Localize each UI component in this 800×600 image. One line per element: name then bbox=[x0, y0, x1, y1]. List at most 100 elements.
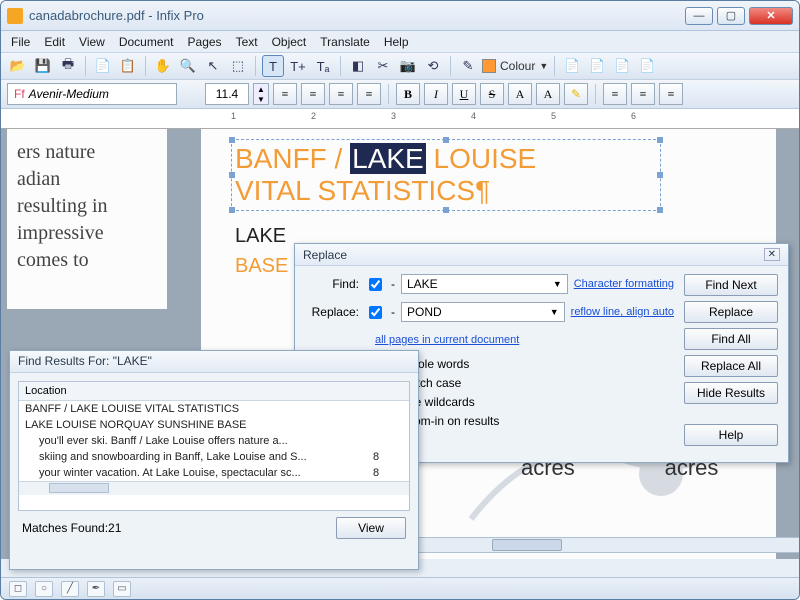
subhead-base: BASE bbox=[235, 255, 288, 278]
align-justify-button[interactable]: ≡ bbox=[357, 83, 381, 105]
find-label: Find: bbox=[305, 277, 359, 291]
result-row[interactable]: BANFF / LAKE LOUISE VITAL STATISTICS bbox=[19, 401, 409, 417]
status-shape-circle[interactable]: ○ bbox=[35, 581, 53, 597]
spacing2-button[interactable]: ≡ bbox=[631, 83, 655, 105]
window-title: canadabrochure.pdf - Infix Pro bbox=[29, 8, 685, 23]
spacing3-button[interactable]: ≡ bbox=[659, 83, 683, 105]
maximize-button[interactable]: ▢ bbox=[717, 7, 745, 25]
camera-icon[interactable]: 📷 bbox=[397, 55, 419, 77]
format-toolbar: FfAvenir-Medium 11.4 ▲▼ ≡ ≡ ≡ ≡ B I U S … bbox=[1, 80, 799, 109]
status-shape-rect[interactable]: ▭ bbox=[113, 581, 131, 597]
find-next-button[interactable]: Find Next bbox=[684, 274, 778, 296]
menu-edit[interactable]: Edit bbox=[44, 35, 65, 49]
copy-icon[interactable]: 📄 bbox=[92, 55, 114, 77]
headline-text[interactable]: BANFF / LAKE LOUISE VITAL STATISTICS¶ bbox=[235, 143, 536, 207]
superscript-button[interactable]: A bbox=[508, 83, 532, 105]
save-icon[interactable]: 💾 bbox=[32, 55, 54, 77]
match-case-checkbox[interactable]: Match case bbox=[375, 373, 674, 392]
open-icon[interactable]: 📂 bbox=[7, 55, 29, 77]
results-col-location: Location bbox=[25, 385, 373, 397]
menu-pages[interactable]: Pages bbox=[188, 35, 222, 49]
paste-icon[interactable]: 📋 bbox=[117, 55, 139, 77]
menu-file[interactable]: File bbox=[11, 35, 30, 49]
find-input[interactable]: LAKE▼ bbox=[401, 274, 568, 294]
strike-button[interactable]: S bbox=[480, 83, 504, 105]
reflow-link[interactable]: reflow line, align auto bbox=[571, 306, 674, 318]
menu-text[interactable]: Text bbox=[236, 35, 258, 49]
pilcrow-icon: ¶ bbox=[475, 175, 490, 206]
text-link-icon[interactable]: Tₐ bbox=[312, 55, 334, 77]
wildcards-checkbox[interactable]: Use wildcards bbox=[375, 392, 674, 411]
zoom-icon[interactable]: 🔍 bbox=[177, 55, 199, 77]
status-pen-icon[interactable]: ✒ bbox=[87, 581, 105, 597]
page-insert-icon[interactable]: 📄 bbox=[586, 55, 608, 77]
scope-link[interactable]: all pages in current document bbox=[375, 334, 519, 346]
main-toolbar: 📂 💾 🖶 📄 📋 ✋ 🔍 ↖ ⬚ T T+ Tₐ ◧ ✂ 📷 ⟲ ✎ Colo… bbox=[1, 53, 799, 80]
status-shape-square[interactable]: ◻ bbox=[9, 581, 27, 597]
subscript-button[interactable]: A bbox=[536, 83, 560, 105]
menu-document[interactable]: Document bbox=[119, 35, 174, 49]
print-icon[interactable]: 🖶 bbox=[57, 55, 79, 77]
result-row[interactable]: skiing and snowboarding in Banff, Lake L… bbox=[19, 449, 409, 465]
underline-button[interactable]: U bbox=[452, 83, 476, 105]
minimize-button[interactable]: — bbox=[685, 7, 713, 25]
page-add-icon[interactable]: 📄 bbox=[561, 55, 583, 77]
pointer-icon[interactable]: ↖ bbox=[202, 55, 224, 77]
char-formatting-link[interactable]: Character formatting bbox=[574, 278, 674, 290]
align-center-button[interactable]: ≡ bbox=[301, 83, 325, 105]
scrollbar-thumb[interactable] bbox=[492, 539, 562, 551]
whole-words-checkbox[interactable]: Whole words bbox=[375, 354, 674, 373]
align-left-button[interactable]: ≡ bbox=[273, 83, 297, 105]
close-button[interactable]: ✕ bbox=[749, 7, 793, 25]
zoom-results-checkbox[interactable]: Zoom-in on results bbox=[375, 411, 674, 430]
result-row[interactable]: you'll ever ski. Banff / Lake Louise off… bbox=[19, 433, 409, 449]
page-extract-icon[interactable]: 📄 bbox=[611, 55, 633, 77]
replace-all-button[interactable]: Replace All bbox=[684, 355, 778, 377]
hand-icon[interactable]: ✋ bbox=[152, 55, 174, 77]
status-shape-line[interactable]: ╱ bbox=[61, 581, 79, 597]
find-results-panel: Find Results For: "LAKE" Location BANFF … bbox=[9, 350, 419, 570]
replace-button[interactable]: Replace bbox=[684, 301, 778, 323]
titlebar: canadabrochure.pdf - Infix Pro — ▢ ✕ bbox=[1, 1, 799, 31]
dialog-close-icon[interactable]: ✕ bbox=[764, 248, 780, 261]
italic-button[interactable]: I bbox=[424, 83, 448, 105]
hide-results-button[interactable]: Hide Results bbox=[684, 382, 778, 404]
colour-picker[interactable]: Colour▼ bbox=[482, 59, 548, 73]
replace-enabled-checkbox[interactable] bbox=[369, 306, 382, 319]
text-plus-icon[interactable]: T+ bbox=[287, 55, 309, 77]
highlight-button[interactable]: ✎ bbox=[564, 83, 588, 105]
font-size-spinner[interactable]: ▲▼ bbox=[253, 83, 269, 105]
replace-input[interactable]: POND▼ bbox=[401, 302, 565, 322]
menu-view[interactable]: View bbox=[79, 35, 105, 49]
find-all-button[interactable]: Find All bbox=[684, 328, 778, 350]
statusbar: ◻ ○ ╱ ✒ ▭ bbox=[1, 577, 799, 599]
crop-icon[interactable]: ◧ bbox=[347, 55, 369, 77]
menu-help[interactable]: Help bbox=[384, 35, 409, 49]
colour-swatch bbox=[482, 59, 496, 73]
font-selector[interactable]: FfAvenir-Medium bbox=[7, 83, 177, 105]
view-button[interactable]: View bbox=[336, 517, 406, 539]
spacing1-button[interactable]: ≡ bbox=[603, 83, 627, 105]
result-row[interactable]: your winter vacation. At Lake Louise, sp… bbox=[19, 465, 409, 481]
replace-dialog-title: Replace ✕ bbox=[295, 244, 788, 266]
result-row[interactable]: LAKE LOUISE NORQUAY SUNSHINE BASE bbox=[19, 417, 409, 433]
menu-object[interactable]: Object bbox=[272, 35, 307, 49]
results-list[interactable]: Location BANFF / LAKE LOUISE VITAL STATI… bbox=[18, 381, 410, 511]
clip-icon[interactable]: ✂ bbox=[372, 55, 394, 77]
menu-translate[interactable]: Translate bbox=[320, 35, 370, 49]
rotate-icon[interactable]: ⟲ bbox=[422, 55, 444, 77]
bold-button[interactable]: B bbox=[396, 83, 420, 105]
find-enabled-checkbox[interactable] bbox=[369, 278, 382, 291]
eyedropper-icon[interactable]: ✎ bbox=[457, 55, 479, 77]
ruler: 1 2 3 4 5 6 bbox=[1, 109, 799, 129]
help-button[interactable]: Help bbox=[684, 424, 778, 446]
page-delete-icon[interactable]: 📄 bbox=[636, 55, 658, 77]
align-right-button[interactable]: ≡ bbox=[329, 83, 353, 105]
font-size-input[interactable]: 11.4 bbox=[205, 83, 249, 105]
text-tool-icon[interactable]: T bbox=[262, 55, 284, 77]
highlighted-match: LAKE bbox=[350, 143, 426, 174]
select-icon[interactable]: ⬚ bbox=[227, 55, 249, 77]
app-window: canadabrochure.pdf - Infix Pro — ▢ ✕ Fil… bbox=[0, 0, 800, 600]
results-h-scrollbar[interactable] bbox=[19, 481, 409, 495]
replace-label: Replace: bbox=[305, 305, 359, 319]
